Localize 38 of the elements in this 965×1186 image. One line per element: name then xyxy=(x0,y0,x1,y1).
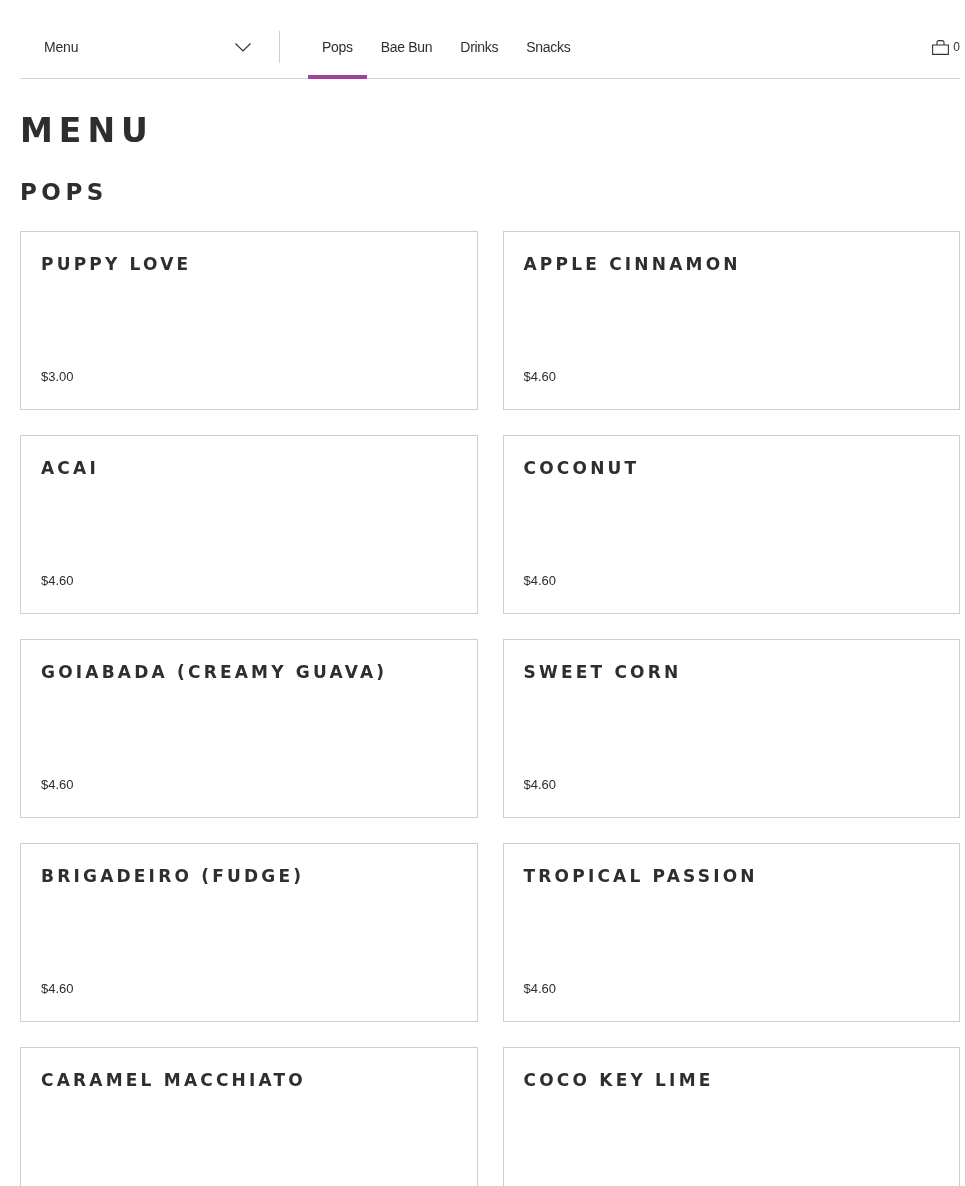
menu-item-card[interactable]: PUPPY LOVE $3.00 xyxy=(20,231,478,410)
category-tab[interactable]: Bae Bun xyxy=(366,0,447,79)
menu-item-card[interactable]: GOIABADA (CREAMY GUAVA) $4.60 xyxy=(20,639,478,818)
item-price: $3.00 xyxy=(41,369,74,385)
item-name: COCONUT xyxy=(523,458,640,478)
menu-item-card[interactable]: BRIGADEIRO (FUDGE) $4.60 xyxy=(20,843,478,1022)
category-tab[interactable]: Pops xyxy=(308,0,367,79)
menu-item-card[interactable]: COCO KEY LIME xyxy=(502,1047,960,1186)
cart-count: 0 xyxy=(953,40,960,54)
item-name: SWEET CORN xyxy=(523,662,682,682)
item-price: $4.60 xyxy=(523,981,557,997)
shopping-bag-icon[interactable] xyxy=(932,39,950,55)
menu-dropdown[interactable]: Menu xyxy=(20,0,260,78)
menu-item-card[interactable]: ACAI $4.60 xyxy=(20,435,478,614)
menu-item-card[interactable]: SWEET CORN $4.60 xyxy=(502,639,960,818)
item-name: COCO KEY LIME xyxy=(523,1070,714,1090)
section-title: POPS xyxy=(20,179,109,205)
item-price: $4.60 xyxy=(523,777,557,793)
item-price: $4.60 xyxy=(41,777,74,793)
item-price: $4.60 xyxy=(523,369,557,385)
item-name: BRIGADEIRO (FUDGE) xyxy=(41,866,305,886)
menu-item-card[interactable]: CARAMEL MACCHIATO xyxy=(20,1047,478,1186)
item-name: CARAMEL MACCHIATO xyxy=(41,1070,307,1090)
chevron-down-icon xyxy=(235,42,251,52)
item-name: GOIABADA (CREAMY GUAVA) xyxy=(41,662,388,682)
item-price: $4.60 xyxy=(41,981,74,997)
menu-item-card[interactable]: COCONUT $4.60 xyxy=(502,435,960,614)
category-tab[interactable]: Drinks xyxy=(446,0,513,79)
item-price: $4.60 xyxy=(41,573,74,589)
item-name: ACAI xyxy=(41,458,99,478)
menu-item-card[interactable]: TROPICAL PASSION $4.60 xyxy=(502,843,960,1022)
item-price: $4.60 xyxy=(523,573,557,589)
item-name: APPLE CINNAMON xyxy=(523,254,741,274)
category-tab[interactable]: Snacks xyxy=(512,0,585,79)
item-name: PUPPY LOVE xyxy=(41,254,192,274)
menu-item-card[interactable]: APPLE CINNAMON $4.60 xyxy=(502,231,960,410)
page-title: MENU xyxy=(20,113,155,149)
item-name: TROPICAL PASSION xyxy=(523,866,758,886)
